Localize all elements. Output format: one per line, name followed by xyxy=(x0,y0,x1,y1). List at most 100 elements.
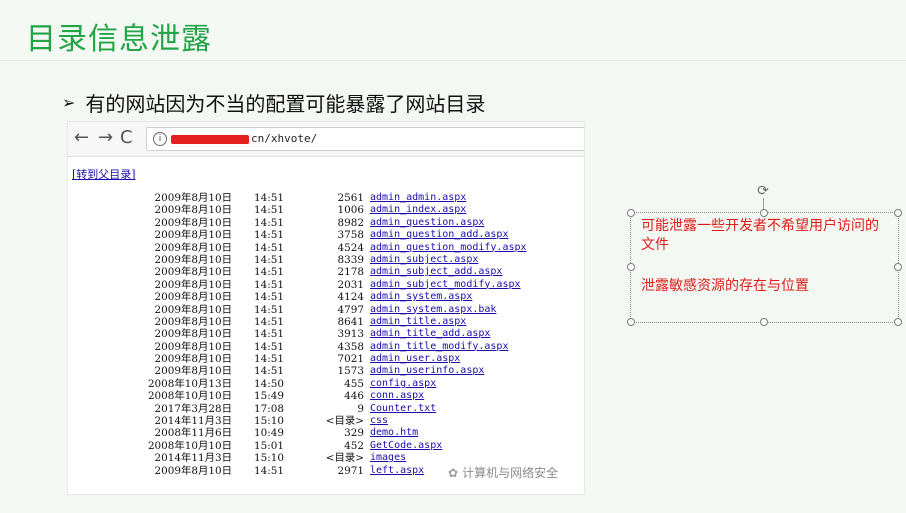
listing-file-link[interactable]: admin_title_add.aspx xyxy=(370,328,490,340)
listing-file-link[interactable]: admin_question.aspx xyxy=(370,217,484,229)
listing-file-link[interactable]: admin_subject_add.aspx xyxy=(370,266,502,278)
listing-file-link[interactable]: admin_system.aspx.bak xyxy=(370,304,496,316)
listing-time: 14:51 xyxy=(254,365,284,378)
resize-handle-tm[interactable] xyxy=(760,209,768,217)
listing-file-link[interactable]: left.aspx xyxy=(370,465,424,477)
reload-icon[interactable]: C xyxy=(120,128,133,148)
info-icon[interactable]: i xyxy=(153,132,167,146)
listing-date: 2009年8月10日 xyxy=(154,464,232,477)
listing-file-link[interactable]: admin_title.aspx xyxy=(370,316,466,328)
rotate-handle-icon[interactable]: ⟳ xyxy=(755,183,771,199)
listing-row: 2009年8月10日 14:51 1006 admin_index.aspx xyxy=(68,204,584,216)
listing-time: 15:10 xyxy=(254,452,284,465)
back-icon[interactable]: ← xyxy=(74,128,89,148)
listing-size: 1573 xyxy=(337,365,364,378)
listing-date: 2009年8月10日 xyxy=(154,204,232,217)
listing-time: 14:51 xyxy=(254,241,284,254)
resize-handle-tl[interactable] xyxy=(627,209,635,217)
listing-file-link[interactable]: admin_userinfo.aspx xyxy=(370,365,484,377)
listing-file-link[interactable]: admin_admin.aspx xyxy=(370,192,466,204)
listing-row: 2009年8月10日 14:51 8641 admin_title.aspx xyxy=(68,316,584,328)
listing-file-link[interactable]: demo.htm xyxy=(370,427,418,439)
resize-handle-br[interactable] xyxy=(894,318,902,326)
listing-row: 2009年8月10日 14:51 2031 admin_subject_modify.… xyxy=(68,279,584,291)
listing-date: 2009年8月10日 xyxy=(154,365,232,378)
resize-handle-bl[interactable] xyxy=(627,318,635,326)
listing-time: 14:51 xyxy=(254,315,284,328)
listing-file-link[interactable]: admin_index.aspx xyxy=(370,204,466,216)
listing-file-link[interactable]: admin_subject.aspx xyxy=(370,254,478,266)
listing-file-link[interactable]: admin_system.aspx xyxy=(370,291,472,303)
listing-time: 14:51 xyxy=(254,353,284,366)
listing-file-link[interactable]: admin_question_add.aspx xyxy=(370,229,508,241)
listing-time: 14:51 xyxy=(254,340,284,353)
resize-handle-tr[interactable] xyxy=(894,209,902,217)
parent-directory-link[interactable]: [转到父目录] xyxy=(72,166,136,182)
listing-size: 8982 xyxy=(337,216,364,229)
listing-time: 14:51 xyxy=(254,278,284,291)
slide-title: 目录信息泄露 xyxy=(26,22,212,57)
listing-size: 2031 xyxy=(337,278,364,291)
listing-date: 2009年8月10日 xyxy=(154,303,232,316)
listing-row: 2008年10月13日 14:50 455 config.aspx xyxy=(68,378,584,390)
listing-row: 2009年8月10日 14:51 4524 admin_question_modify… xyxy=(68,242,584,254)
listing-date: 2009年8月10日 xyxy=(154,192,232,204)
annotation-textbox[interactable]: 可能泄露一些开发者不希望用户访问的文件 泄露敏感资源的存在与位置 xyxy=(630,212,899,323)
slide: 目录信息泄露 ➢ 有的网站因为不当的配置可能暴露了网站目录 ← → C i cn… xyxy=(0,0,906,513)
resize-handle-mr[interactable] xyxy=(894,263,902,271)
listing-file-link[interactable]: GetCode.aspx xyxy=(370,440,442,452)
listing-file-link[interactable]: conn.aspx xyxy=(370,390,424,402)
address-bar[interactable]: i cn/xhvote/ xyxy=(146,127,584,151)
annotation-line-2: 泄露敏感资源的存在与位置 xyxy=(641,278,809,294)
listing-row: 2009年8月10日 14:51 4124 admin_system.aspx xyxy=(68,291,584,303)
listing-file-link[interactable]: admin_question_modify.aspx xyxy=(370,242,527,254)
listing-time: 14:51 xyxy=(254,204,284,217)
listing-file-link[interactable]: admin_subject_modify.aspx xyxy=(370,279,521,291)
listing-size: 452 xyxy=(344,439,364,452)
listing-time: 14:51 xyxy=(254,303,284,316)
listing-size: 455 xyxy=(344,377,364,390)
listing-size: 3913 xyxy=(337,328,364,341)
listing-row: 2009年8月10日 14:51 7021 admin_user.aspx xyxy=(68,353,584,365)
listing-size: 3758 xyxy=(337,229,364,242)
listing-date: 2009年8月10日 xyxy=(154,315,232,328)
listing-file-link[interactable]: images xyxy=(370,452,406,464)
listing-size: 8641 xyxy=(337,315,364,328)
bullet-arrow-icon: ➢ xyxy=(62,93,76,112)
listing-row: 2008年10月10日 15:49 446 conn.aspx xyxy=(68,390,584,402)
listing-file-link[interactable]: css xyxy=(370,415,388,427)
listing-time: 14:50 xyxy=(254,377,284,390)
listing-file-link[interactable]: config.aspx xyxy=(370,378,436,390)
listing-date: 2008年10月13日 xyxy=(147,377,232,390)
resize-handle-bm[interactable] xyxy=(760,318,768,326)
listing-time: 14:51 xyxy=(254,229,284,242)
listing-size: <目录> xyxy=(325,452,364,465)
bullet-point: ➢ 有的网站因为不当的配置可能暴露了网站目录 xyxy=(62,88,485,117)
wechat-icon: ✿ xyxy=(448,465,459,480)
annotation-line-1: 可能泄露一些开发者不希望用户访问的文件 xyxy=(641,218,879,253)
listing-size: 4524 xyxy=(337,241,364,254)
listing-file-link[interactable]: Counter.txt xyxy=(370,403,436,415)
forward-icon[interactable]: → xyxy=(98,128,113,148)
resize-handle-ml[interactable] xyxy=(627,263,635,271)
listing-date: 2009年8月10日 xyxy=(154,253,232,266)
bullet-text: 有的网站因为不当的配置可能暴露了网站目录 xyxy=(85,92,486,116)
listing-date: 2009年8月10日 xyxy=(154,266,232,279)
listing-date: 2009年8月10日 xyxy=(154,241,232,254)
listing-row: 2009年8月10日 14:51 8982 admin_question.aspx xyxy=(68,217,584,229)
directory-listing: 2009年8月10日 14:51 2561 admin_admin.aspx 2009年… xyxy=(68,192,584,477)
listing-size: 4797 xyxy=(337,303,364,316)
listing-row: 2009年8月10日 14:51 4358 admin_title_modify.as… xyxy=(68,341,584,353)
listing-size: 1006 xyxy=(337,204,364,217)
listing-date: 2009年8月10日 xyxy=(154,216,232,229)
listing-size: 2561 xyxy=(337,192,364,204)
browser-toolbar: ← → C i cn/xhvote/ xyxy=(68,122,584,157)
listing-file-link[interactable]: admin_user.aspx xyxy=(370,353,460,365)
listing-row: 2009年8月10日 14:51 8339 admin_subject.aspx xyxy=(68,254,584,266)
listing-time: 14:51 xyxy=(254,216,284,229)
listing-size: 9 xyxy=(357,402,364,415)
listing-date: 2008年11月6日 xyxy=(154,427,232,440)
listing-size: 8339 xyxy=(337,253,364,266)
watermark: ✿ 计算机与网络安全 xyxy=(448,464,558,481)
listing-file-link[interactable]: admin_title_modify.aspx xyxy=(370,341,508,353)
